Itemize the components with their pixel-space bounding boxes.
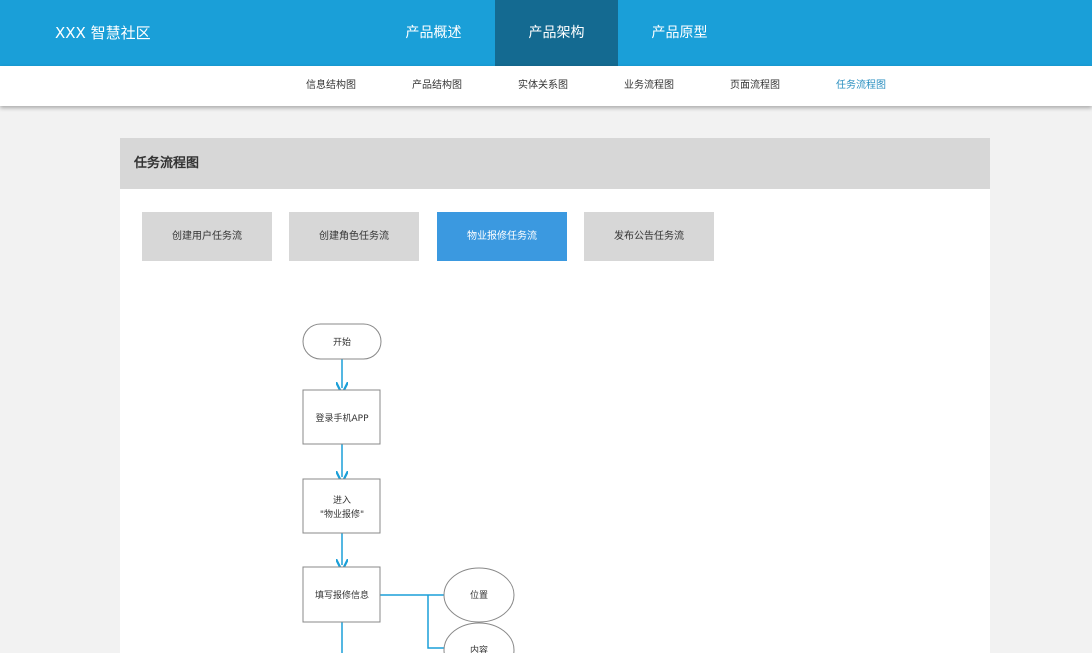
task-flowchart: 开始 登录手机APP 进入 "物业报修" 填写报修信息 位置 内容 <box>302 323 515 653</box>
sub-nav: 信息结构图 产品结构图 实体关系图 业务流程图 页面流程图 任务流程图 <box>278 66 914 106</box>
subnav-product-structure[interactable]: 产品结构图 <box>384 66 490 106</box>
content-field-label: 内容 <box>470 644 488 653</box>
subnav-entity-relation[interactable]: 实体关系图 <box>490 66 596 106</box>
login-app-label: 登录手机APP <box>315 412 369 424</box>
tab-product-overview[interactable]: 产品概述 <box>372 0 495 66</box>
subnav-info-structure[interactable]: 信息结构图 <box>278 66 384 106</box>
enter-repair-label-line2: "物业报修" <box>320 508 364 520</box>
subnav-business-flow[interactable]: 业务流程图 <box>596 66 702 106</box>
connector-fill-to-content <box>427 595 444 649</box>
enter-repair-node <box>302 478 381 534</box>
subnav-task-flow[interactable]: 任务流程图 <box>808 66 914 106</box>
subnav-page-flow[interactable]: 页面流程图 <box>702 66 808 106</box>
sub-navbar: 信息结构图 产品结构图 实体关系图 业务流程图 页面流程图 任务流程图 <box>0 66 1092 106</box>
content-panel: 任务流程图 创建用户任务流 创建角色任务流 物业报修任务流 发布公告任务流 开始… <box>120 138 990 653</box>
top-navbar: XXX 智慧社区 产品概述 产品架构 产品原型 <box>0 0 1092 66</box>
tab-product-architecture[interactable]: 产品架构 <box>495 0 618 66</box>
tab-product-prototype[interactable]: 产品原型 <box>618 0 741 66</box>
fill-repair-info-label: 填写报修信息 <box>315 589 369 601</box>
location-field-label: 位置 <box>470 589 488 601</box>
top-nav: 产品概述 产品架构 产品原型 <box>372 0 741 66</box>
start-label: 开始 <box>333 336 351 348</box>
enter-repair-label-line1: 进入 <box>333 495 351 506</box>
brand-title: XXX 智慧社区 <box>55 24 151 42</box>
